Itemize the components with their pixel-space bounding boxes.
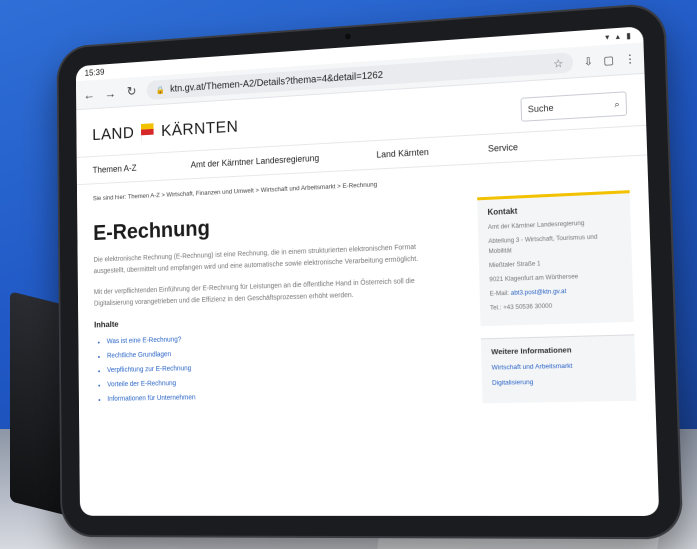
menu-item-land[interactable]: Land Kärnten: [376, 147, 429, 160]
status-time: 15:39: [85, 67, 105, 78]
more-info-box: Weitere Informationen Wirtschaft und Arb…: [481, 334, 637, 403]
forward-icon[interactable]: →: [104, 86, 117, 101]
email-link[interactable]: abt3.post@ktn.gv.at: [511, 288, 567, 297]
sidebar: Kontakt Amt der Kärntner Landesregierung…: [477, 190, 636, 403]
article: E-Rechnung Die elektronische Rechnung (E…: [93, 199, 456, 410]
share-icon[interactable]: ⇩: [583, 54, 593, 68]
more-info-heading: Weitere Informationen: [491, 344, 624, 356]
camera-dot: [345, 33, 351, 39]
more-info-link[interactable]: Wirtschaft und Arbeitsmarkt: [492, 362, 625, 372]
contact-phone: Tel.: +43 50536 30000: [490, 299, 623, 313]
menu-item-amt[interactable]: Amt der Kärntner Landesregierung: [191, 153, 320, 170]
menu-item-service[interactable]: Service: [488, 142, 518, 154]
logo-right-text: KÄRNTEN: [161, 117, 238, 141]
article-paragraph: Mit der verpflichtenden Einführung der E…: [94, 275, 454, 311]
search-icon[interactable]: ⌕: [614, 98, 620, 109]
menu-dots-icon[interactable]: ⋮: [624, 52, 636, 66]
tablet-screen: 15:39 ▾ ▴ ▮ ← → ↻ 🔒 ktn.gv.at/Themen-A2/…: [76, 26, 659, 516]
logo-left-text: LAND: [92, 123, 134, 144]
more-info-link[interactable]: Digitalisierung: [492, 377, 625, 387]
page-title: E-Rechnung: [93, 205, 452, 246]
contact-heading: Kontakt: [487, 202, 619, 217]
menu-item-themen[interactable]: Themen A-Z: [93, 163, 137, 175]
lock-icon: 🔒: [156, 85, 165, 94]
contact-line: Abteilung 3 - Wirtschaft, Tourismus und …: [488, 232, 621, 258]
contact-line: 9021 Klagenfurt am Wörthersee: [489, 271, 622, 286]
search-placeholder: Suche: [528, 103, 554, 115]
site-logo[interactable]: LAND KÄRNTEN: [92, 117, 238, 145]
site-search[interactable]: Suche ⌕: [520, 91, 627, 122]
status-icons: ▾ ▴ ▮: [605, 30, 633, 41]
contact-box: Kontakt Amt der Kärntner Landesregierung…: [477, 190, 634, 326]
bookmark-star-icon[interactable]: ☆: [553, 56, 563, 70]
tablet-device: 15:39 ▾ ▴ ▮ ← → ↻ 🔒 ktn.gv.at/Themen-A2/…: [57, 2, 684, 539]
contact-email: E-Mail: abt3.post@ktn.gv.at: [490, 285, 623, 300]
url-text: ktn.gv.at/Themen-A2/Details?thema=4&deta…: [170, 70, 383, 95]
tabs-icon[interactable]: ▢: [603, 53, 614, 67]
toc-list: Was ist eine E-Rechnung? Rechtliche Grun…: [94, 325, 456, 407]
email-label: E-Mail:: [490, 290, 510, 298]
back-icon[interactable]: ←: [83, 87, 95, 102]
contact-line: Mießtaler Straße 1: [489, 256, 622, 271]
reload-icon[interactable]: ↻: [125, 84, 138, 100]
contact-line: Amt der Kärntner Landesregierung: [488, 217, 621, 233]
article-paragraph: Die elektronische Rechnung (E-Rechnung) …: [93, 241, 453, 278]
carinthia-flag-icon: [141, 123, 154, 141]
